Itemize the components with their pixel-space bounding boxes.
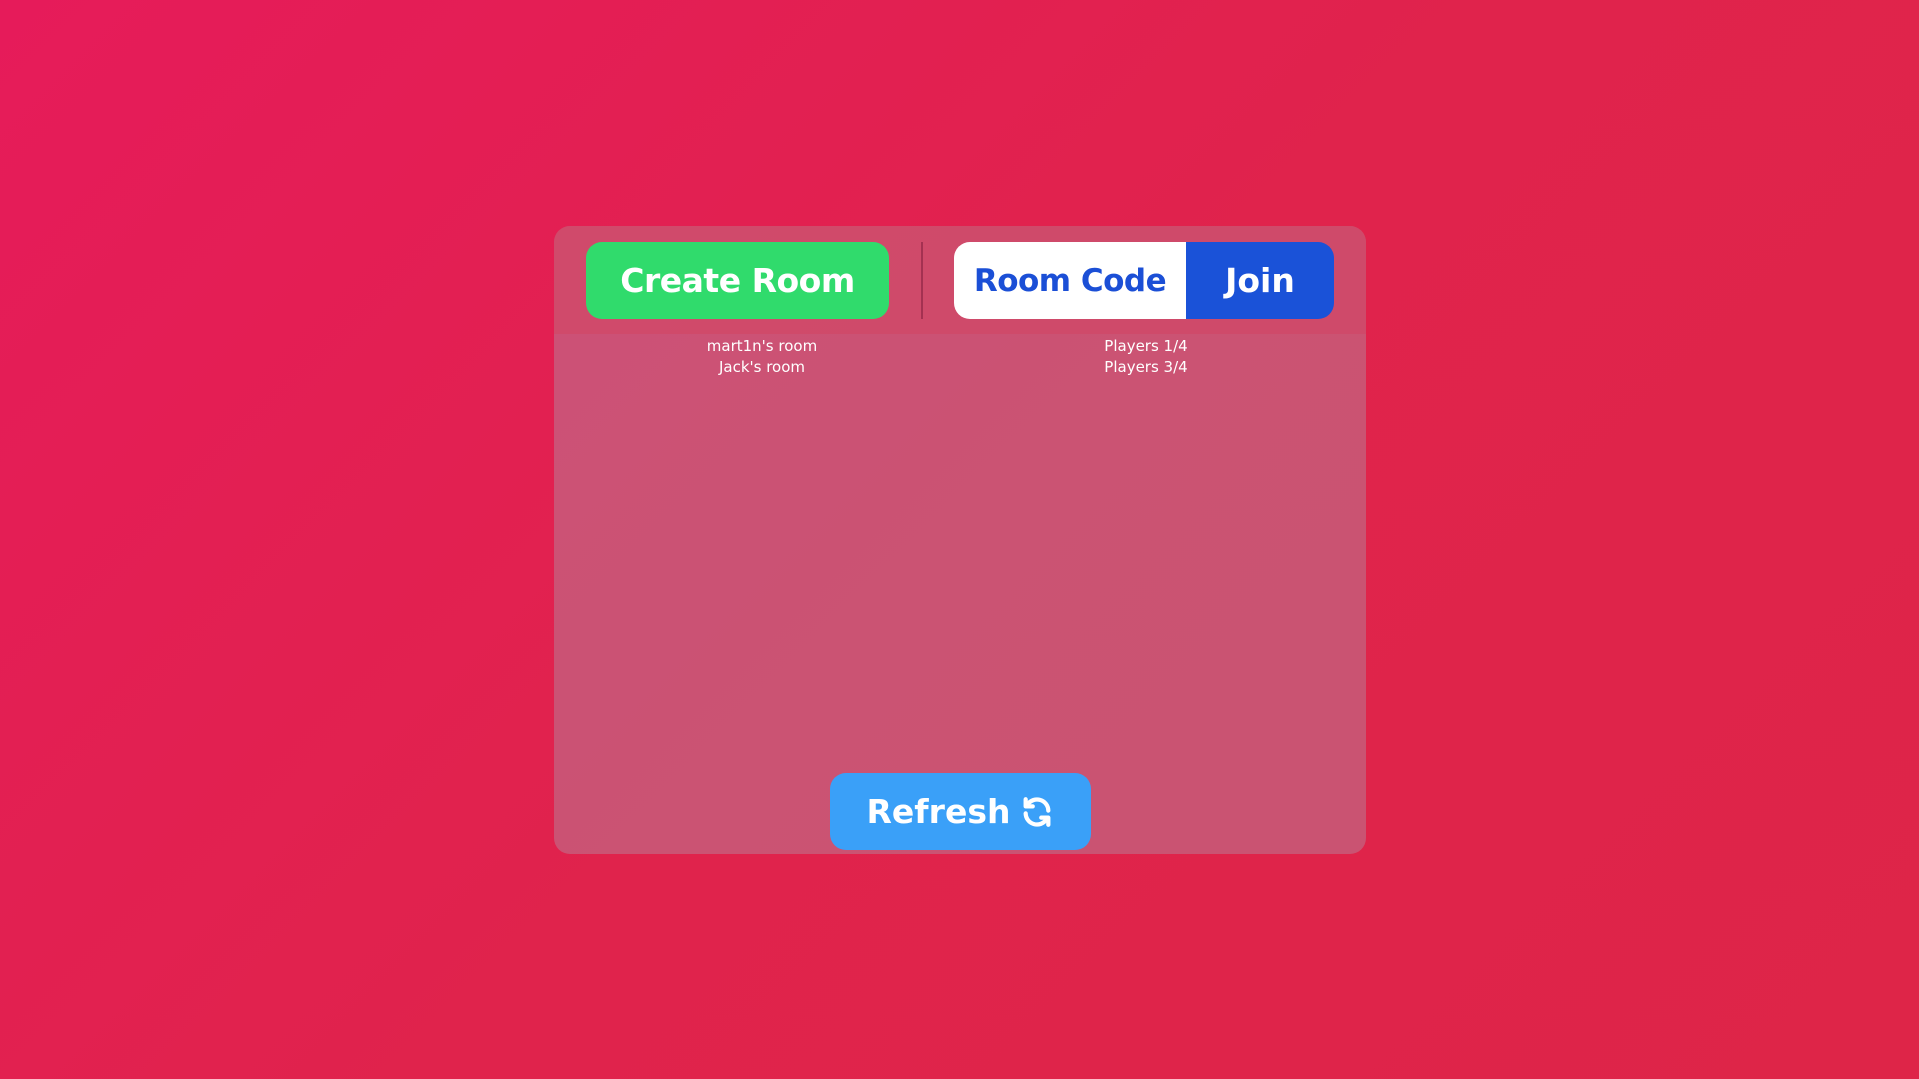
header-divider bbox=[921, 242, 923, 319]
refresh-button[interactable]: Refresh bbox=[830, 773, 1091, 850]
create-room-button[interactable]: Create Room bbox=[586, 242, 889, 319]
room-code-input[interactable] bbox=[954, 242, 1186, 319]
lobby-header: Create Room Join bbox=[554, 226, 1366, 334]
room-player-count: Players 3/4 bbox=[1104, 358, 1188, 376]
room-name: mart1n's room bbox=[706, 337, 818, 355]
room-list: mart1n's room Players 1/4 Jack's room Pl… bbox=[554, 336, 1366, 378]
room-player-count: Players 1/4 bbox=[1104, 337, 1188, 355]
refresh-icon bbox=[1020, 795, 1054, 829]
refresh-label: Refresh bbox=[866, 792, 1011, 831]
join-button[interactable]: Join bbox=[1186, 242, 1334, 319]
room-list-item[interactable]: mart1n's room Players 1/4 bbox=[554, 336, 1366, 357]
lobby-panel: Create Room Join mart1n's room Players 1… bbox=[554, 226, 1366, 854]
room-list-item[interactable]: Jack's room Players 3/4 bbox=[554, 357, 1366, 378]
room-name: Jack's room bbox=[718, 358, 806, 376]
join-by-code-group: Join bbox=[954, 242, 1334, 319]
